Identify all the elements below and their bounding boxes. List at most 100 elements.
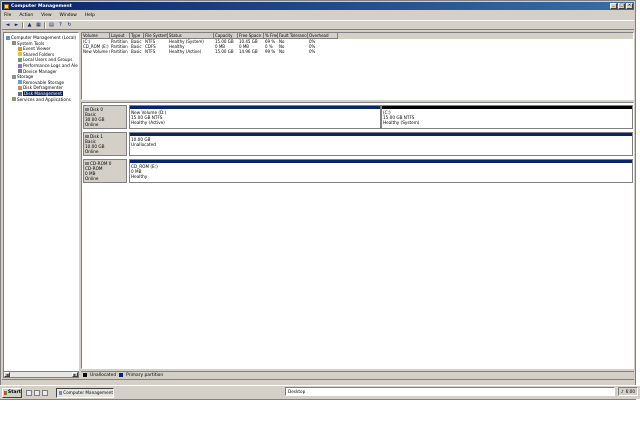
close-button[interactable]: ×: [626, 3, 633, 9]
partition-block[interactable]: New Volume (D:) 15.00 GB NTFS Healthy (Act…: [129, 105, 381, 129]
clock: 6:00: [625, 389, 635, 394]
tree-item-label: Storage: [17, 74, 34, 80]
disk-drive-icon: [85, 108, 89, 111]
partition-block[interactable]: 10.00 GB Unallocated: [129, 132, 633, 156]
disk-drive-icon: [85, 162, 89, 165]
address-toolbar[interactable]: Desktop: [285, 387, 615, 396]
volume-list: Volume Layout Type File System Status Capacit…: [81, 32, 634, 100]
menu-view[interactable]: View: [41, 13, 51, 18]
window-title: Computer Management: [11, 3, 72, 9]
partition-line: Healthy (Active): [131, 120, 165, 125]
tree-item-label: Computer Management (Local): [11, 35, 77, 40]
taskbar-item-label: Computer Management: [63, 390, 113, 395]
minimize-button[interactable]: _: [610, 3, 617, 9]
help-icon[interactable]: ?: [57, 22, 64, 29]
device-icon: [18, 69, 22, 74]
table-cell: 99 %: [265, 49, 276, 54]
properties-icon[interactable]: ▤: [48, 22, 55, 29]
tree-item[interactable]: Computer Management (Local): [6, 35, 76, 40]
tree-item[interactable]: Shared Folders: [18, 52, 54, 57]
maximize-button[interactable]: □: [618, 3, 625, 9]
partition-block[interactable]: CD_ROM (E:) 0 MB Healthy: [129, 159, 633, 183]
disk-status: Online: [85, 176, 99, 181]
partition-text: 10.00 GB Unallocated: [130, 136, 632, 148]
speaker-icon[interactable]: ♪: [621, 389, 624, 394]
folder-icon: [18, 52, 22, 57]
tree-item[interactable]: Device Manager: [18, 69, 57, 74]
table-cell: 0%: [309, 49, 316, 54]
table-cell: Partition: [111, 49, 128, 54]
scroll-right-arrow[interactable]: ►: [72, 372, 78, 377]
partition-text: (C:) 15.00 GB NTFS Healthy (System): [382, 109, 632, 126]
scroll-left-arrow[interactable]: ◄: [4, 372, 10, 377]
menu-action[interactable]: Action: [19, 13, 33, 18]
partition-text: New Volume (D:) 15.00 GB NTFS Healthy (Act…: [130, 109, 380, 126]
disk-label[interactable]: CD-ROM 0 CD-ROM 0 MB Online: [83, 159, 127, 183]
tree-item[interactable]: Removable Storage: [18, 80, 64, 85]
toolbar-separator: [22, 21, 24, 29]
title-bar[interactable]: Computer Management _ □ ×: [2, 2, 634, 10]
tree-horizontal-scrollbar[interactable]: ◄ ►: [3, 371, 79, 378]
console-tree: Computer Management (Local) System Tools E…: [3, 32, 79, 378]
computer-icon: [6, 35, 10, 40]
services-icon: [12, 97, 16, 102]
tree-item[interactable]: Storage: [12, 74, 33, 79]
table-cell: Basic: [131, 49, 142, 54]
tree-item[interactable]: Performance Logs and Alerts: [18, 63, 78, 68]
disk-row: CD-ROM 0 CD-ROM 0 MB Online CD_ROM (E:) 0 MB H…: [83, 159, 633, 183]
partition-line: Healthy: [131, 174, 148, 179]
disk-icon: [18, 91, 22, 96]
menu-file[interactable]: File: [4, 13, 11, 18]
tree-item[interactable]: Local Users and Groups: [18, 57, 72, 62]
tree-item-label: Event Viewer: [23, 46, 51, 52]
menu-bar: File Action View Window Help: [2, 11, 634, 19]
disk-status: Online: [85, 149, 99, 154]
tree-item-label: Disk Management: [23, 91, 63, 96]
defrag-icon: [18, 85, 22, 90]
start-label: Start: [7, 390, 21, 395]
legend: Unallocated Primary partition: [81, 371, 634, 378]
show-desktop-icon[interactable]: [26, 389, 32, 396]
windows-flag-icon: [4, 390, 7, 395]
disk-label[interactable]: Disk 0 Basic 30.00 GB Online: [83, 105, 127, 129]
forward-icon[interactable]: ►: [13, 22, 20, 29]
back-icon[interactable]: ◄: [4, 22, 11, 29]
table-cell: 15.00 GB: [215, 49, 234, 54]
tree-item-label: Local Users and Groups: [23, 57, 73, 63]
tree-item[interactable]: Services and Applications: [12, 97, 71, 102]
quick-launch: [26, 389, 48, 396]
disk-status: Online: [85, 122, 99, 127]
menu-help[interactable]: Help: [85, 13, 95, 18]
legend-label: Unallocated: [90, 372, 117, 378]
removable-icon: [18, 80, 22, 85]
address-value: Desktop: [288, 389, 306, 394]
table-cell: Healthy (Active): [169, 49, 202, 54]
explorer-icon[interactable]: [34, 389, 40, 396]
up-icon[interactable]: ▲: [26, 22, 33, 29]
start-button[interactable]: Start: [2, 387, 22, 398]
computer-management-icon: [59, 390, 63, 395]
tree-item[interactable]: Event Viewer: [18, 46, 51, 51]
refresh-icon[interactable]: ↻: [66, 22, 73, 29]
table-row[interactable]: New Volume (D:)PartitionBasicNTFS Healthy…: [82, 49, 633, 54]
tree-item[interactable]: System Tools: [12, 41, 44, 46]
table-cell: 14.96 GB: [239, 49, 258, 54]
toolbar-separator: [44, 21, 46, 29]
show-hide-tree-icon[interactable]: ▦: [35, 22, 42, 29]
disk-label[interactable]: Disk 1 Basic 10.00 GB Online: [83, 132, 127, 156]
tree-item[interactable]: Disk Management: [18, 91, 63, 96]
toolbar: ◄ ► ▲ ▦ ▤ ? ↻: [2, 20, 634, 30]
legend-swatch: [83, 373, 87, 377]
tree-item-label: Disk Defragmenter: [23, 85, 63, 91]
table-cell: No: [279, 49, 285, 54]
partition-block[interactable]: (C:) 15.00 GB NTFS Healthy (System): [381, 105, 633, 129]
tree-item[interactable]: Disk Defragmenter: [18, 85, 63, 90]
storage-icon: [12, 74, 16, 79]
legend-swatch: [119, 373, 124, 377]
system-tray: ♪ 6:00: [618, 387, 638, 396]
browser-icon[interactable]: [42, 389, 48, 396]
disk-graphical-view: Disk 0 Basic 30.00 GB Online New Volume (D:)…: [81, 102, 634, 369]
taskbar-item-computer-management[interactable]: Computer Management: [56, 387, 114, 398]
tree-item-label: System Tools: [17, 40, 45, 46]
menu-window[interactable]: Window: [60, 13, 77, 18]
